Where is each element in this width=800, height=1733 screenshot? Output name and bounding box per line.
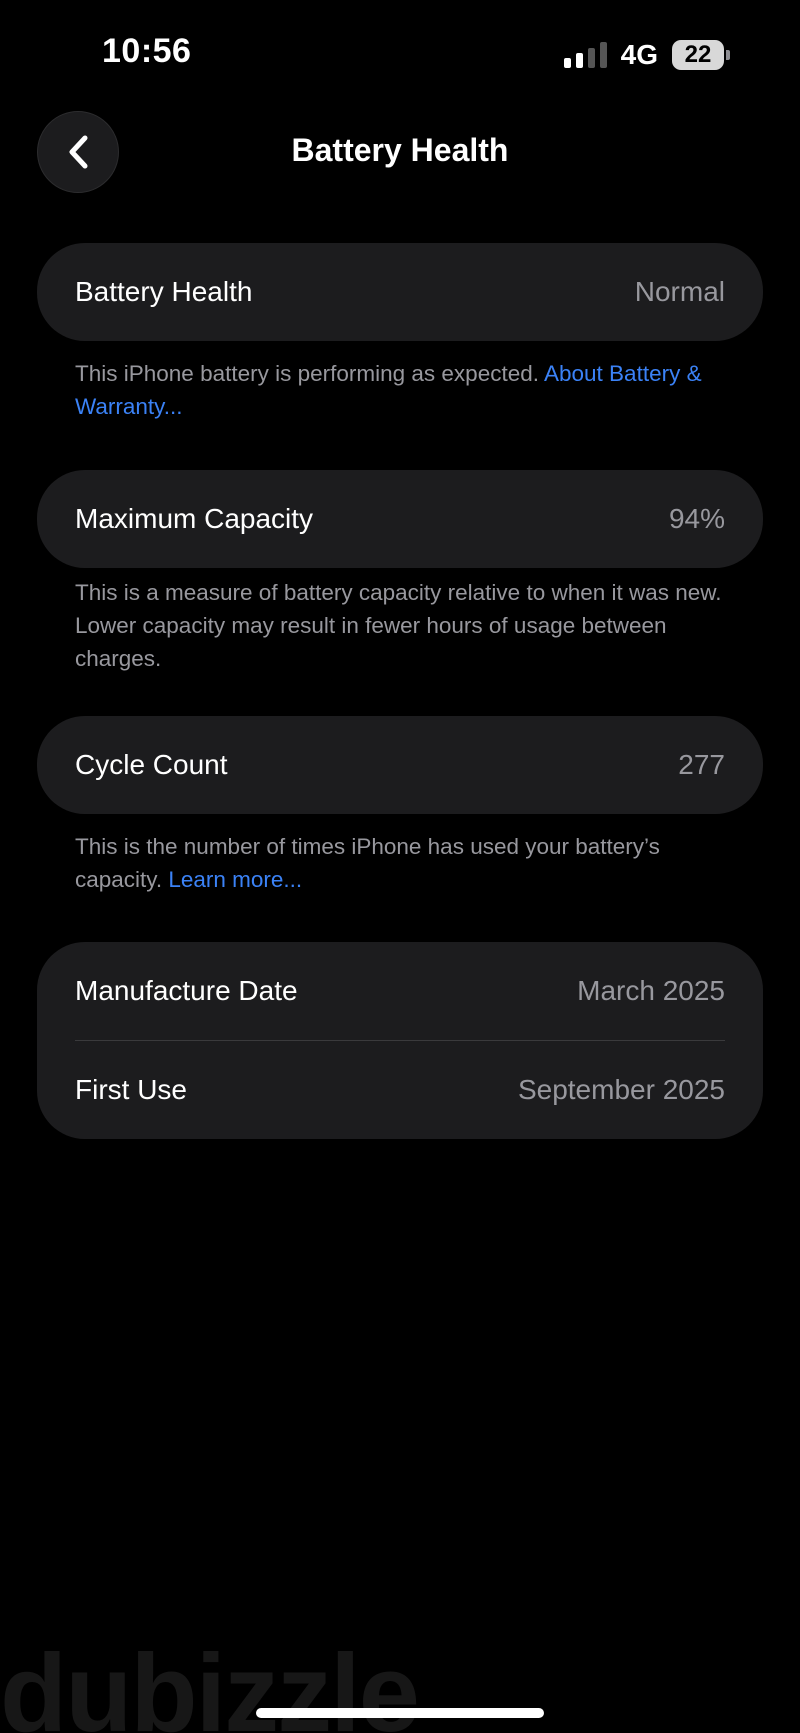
manufacture-date-value: March 2025	[577, 975, 725, 1006]
screen: 10:56 4G 22 Battery Health Battery Healt…	[0, 0, 800, 1733]
dates-card: Manufacture Date March 2025 First Use Se…	[37, 942, 763, 1139]
first-use-row: First Use September 2025	[37, 1041, 763, 1139]
battery-health-note: This iPhone battery is performing as exp…	[75, 357, 735, 423]
status-indicators: 4G 22	[563, 38, 730, 72]
cycle-count-card: Cycle Count 277	[37, 716, 763, 814]
home-indicator[interactable]	[256, 1708, 544, 1718]
maximum-capacity-row: Maximum Capacity 94%	[37, 470, 763, 568]
battery-health-note-text: This iPhone battery is performing as exp…	[75, 361, 544, 386]
battery-health-card: Battery Health Normal	[37, 243, 763, 341]
cellular-signal-icon	[563, 42, 607, 68]
cycle-count-value: 277	[678, 749, 725, 780]
battery-health-row: Battery Health Normal	[37, 243, 763, 341]
battery-icon: 22	[672, 40, 730, 70]
status-time: 10:56	[102, 32, 192, 70]
cycle-count-note-text: This is the number of times iPhone has u…	[75, 834, 660, 892]
maximum-capacity-card: Maximum Capacity 94%	[37, 470, 763, 568]
maximum-capacity-label: Maximum Capacity	[75, 503, 314, 534]
manufacture-date-row: Manufacture Date March 2025	[37, 942, 763, 1040]
maximum-capacity-value: 94%	[668, 503, 725, 534]
maximum-capacity-note: This is a measure of battery capacity re…	[75, 580, 722, 671]
battery-health-label: Battery Health	[75, 276, 253, 307]
cycle-count-label: Cycle Count	[75, 749, 228, 780]
first-use-label: First Use	[75, 1074, 187, 1105]
battery-health-value: Normal	[634, 276, 725, 307]
battery-level: 22	[672, 40, 724, 70]
learn-more-link[interactable]: Learn more...	[168, 867, 302, 892]
manufacture-date-label: Manufacture Date	[75, 975, 298, 1006]
first-use-value: September 2025	[517, 1074, 725, 1105]
cycle-count-row: Cycle Count 277	[37, 716, 763, 814]
network-type: 4G	[620, 39, 658, 70]
cycle-count-note: This is the number of times iPhone has u…	[75, 830, 735, 896]
page-title: Battery Health	[291, 132, 509, 168]
